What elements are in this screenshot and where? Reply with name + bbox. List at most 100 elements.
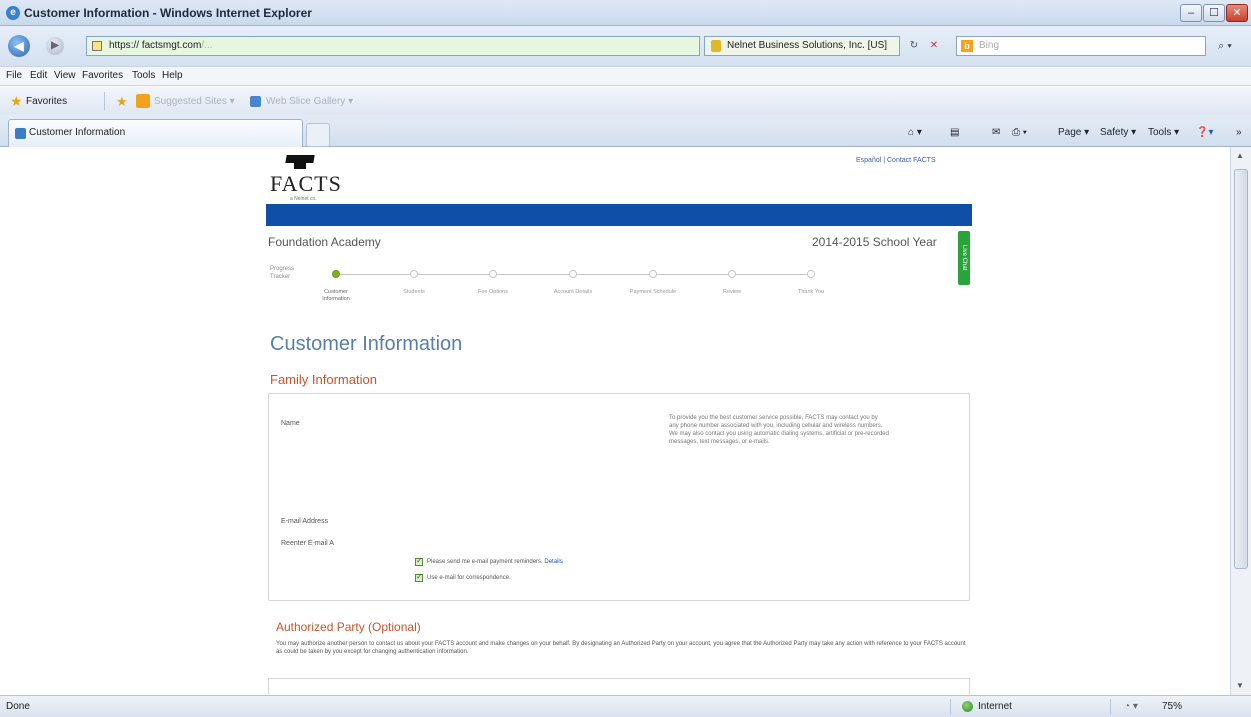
vertical-scrollbar[interactable]: ▲ ▼ bbox=[1230, 147, 1251, 695]
ie-logo-icon: e bbox=[6, 6, 20, 20]
search-icon[interactable]: ⌕ ▾ bbox=[1210, 36, 1240, 56]
window-titlebar: e Customer Information - Windows Interne… bbox=[0, 0, 1251, 26]
divider bbox=[104, 92, 105, 110]
favorites-button[interactable]: Favorites bbox=[26, 96, 67, 107]
family-information-heading: Family Information bbox=[270, 372, 377, 387]
top-links[interactable]: Español | Contact FACTS bbox=[856, 157, 936, 164]
scrollbar-thumb[interactable] bbox=[1234, 169, 1248, 569]
tab-label: Customer Information bbox=[29, 127, 126, 138]
safety-menu-button[interactable]: Safety ▾ bbox=[1100, 127, 1136, 138]
divider bbox=[1110, 699, 1111, 715]
step-dot-fee-options bbox=[489, 270, 497, 278]
facts-logo-sub: a Nelnet co. bbox=[290, 196, 317, 202]
favorites-bar: ★ Favorites ★ Suggested Sites ▾ Web Slic… bbox=[0, 87, 1251, 115]
forward-button[interactable]: ▶ bbox=[46, 37, 64, 55]
help-menu-button[interactable]: ❓▾ bbox=[1196, 127, 1213, 138]
email-correspondence-checkbox[interactable] bbox=[415, 572, 423, 582]
menu-help[interactable]: Help bbox=[162, 70, 183, 81]
feeds-button[interactable]: ▤ bbox=[950, 127, 959, 138]
address-input[interactable]: https:// factsmgt.com/... bbox=[86, 36, 700, 56]
home-button[interactable]: ⌂ ▾ bbox=[908, 127, 922, 138]
menu-file[interactable]: File bbox=[6, 70, 22, 81]
header-band bbox=[266, 204, 972, 226]
add-favorite-icon[interactable]: ★ bbox=[116, 94, 130, 109]
step-label-customer-information: Customer Information bbox=[322, 289, 350, 302]
live-chat-tab[interactable]: Live Chat bbox=[958, 231, 970, 285]
page-menu-button[interactable]: Page ▾ bbox=[1058, 127, 1089, 138]
menu-edit[interactable]: Edit bbox=[30, 70, 47, 81]
step-label-account-details: Account Details bbox=[553, 289, 593, 295]
authorized-party-panel bbox=[268, 678, 970, 695]
tab-customer-information[interactable]: Customer Information bbox=[8, 119, 303, 147]
progress-tracker-label: Progress Tracker bbox=[270, 266, 295, 280]
step-dot-thank-you bbox=[807, 270, 815, 278]
email-correspondence-label: Use e-mail for correspondence. bbox=[427, 575, 511, 581]
refresh-button[interactable]: ↻ bbox=[906, 38, 922, 54]
page-viewport: FACTS a Nelnet co. Español | Contact FAC… bbox=[0, 147, 1230, 695]
scroll-up-icon[interactable]: ▲ bbox=[1236, 151, 1244, 160]
web-slice-icon bbox=[250, 96, 261, 107]
step-dot-payment-schedule bbox=[649, 270, 657, 278]
email-label: E-mail Address bbox=[281, 518, 329, 525]
reenter-email-label: Reenter E-mail A bbox=[281, 540, 334, 547]
zoom-level-button[interactable]: 75% bbox=[1162, 701, 1182, 712]
security-zone: Internet bbox=[978, 701, 1012, 712]
search-placeholder: Bing bbox=[979, 40, 1000, 51]
security-report-button[interactable]: Nelnet Business Solutions, Inc. [US] bbox=[704, 36, 900, 56]
menu-bar: File Edit View Favorites Tools Help bbox=[0, 66, 1251, 86]
page-title: Customer Information bbox=[270, 333, 463, 355]
details-link[interactable]: Details bbox=[544, 559, 562, 565]
step-label-payment-schedule: Payment Schedule bbox=[629, 289, 677, 295]
page-favicon-icon bbox=[15, 128, 26, 139]
divider bbox=[950, 699, 951, 715]
protected-mode-icon[interactable]: ◔ ▾ bbox=[1124, 701, 1138, 712]
graduation-cap-base bbox=[294, 161, 306, 169]
menu-tools[interactable]: Tools bbox=[132, 70, 155, 81]
school-name: Foundation Academy bbox=[268, 235, 381, 249]
url-rest: /... bbox=[201, 40, 213, 51]
favorites-star-icon: ★ bbox=[10, 93, 23, 109]
step-dot-students bbox=[410, 270, 418, 278]
menu-view[interactable]: View bbox=[54, 70, 76, 81]
window-title: Customer Information - Windows Internet … bbox=[24, 6, 312, 20]
school-year: 2014-2015 School Year bbox=[812, 235, 937, 249]
read-mail-button[interactable]: ✉ bbox=[992, 127, 1000, 138]
facts-page: FACTS a Nelnet co. Español | Contact FAC… bbox=[264, 147, 974, 695]
maximize-button[interactable]: ☐ bbox=[1203, 4, 1225, 22]
globe-icon bbox=[962, 701, 973, 712]
payment-reminders-label: Please send me e-mail payment reminders.… bbox=[427, 559, 563, 565]
facts-logo: FACTS bbox=[270, 171, 342, 196]
suggested-sites-link[interactable]: Suggested Sites ▾ bbox=[154, 96, 235, 107]
step-label-students: Students bbox=[403, 289, 425, 295]
step-label-thank-you: Thank You bbox=[798, 289, 824, 295]
new-tab-button[interactable] bbox=[306, 123, 330, 147]
close-button[interactable]: ✕ bbox=[1226, 4, 1248, 22]
page-icon bbox=[92, 41, 102, 51]
step-dot-customer-information bbox=[332, 270, 340, 278]
address-toolbar: ◀ ▶ https:// factsmgt.com/... Nelnet Bus… bbox=[0, 26, 1251, 66]
cert-owner: Nelnet Business Solutions, Inc. [US] bbox=[727, 40, 888, 51]
step-dot-review bbox=[728, 270, 736, 278]
status-bar: Done Internet ◔ ▾ 75% bbox=[0, 695, 1251, 717]
payment-reminders-checkbox[interactable] bbox=[415, 556, 423, 566]
payment-reminders-text: Please send me e-mail payment reminders. bbox=[427, 559, 543, 565]
step-label-review: Review bbox=[722, 289, 742, 295]
print-button[interactable]: ⎙ ▾ bbox=[1012, 127, 1027, 138]
step-label-fee-options: Fee Options bbox=[478, 289, 508, 295]
tools-menu-button[interactable]: Tools ▾ bbox=[1148, 127, 1179, 138]
lock-icon bbox=[711, 40, 721, 52]
web-slice-gallery-link[interactable]: Web Slice Gallery ▾ bbox=[266, 96, 353, 107]
bing-icon: b bbox=[961, 40, 973, 52]
stop-button[interactable]: ✕ bbox=[926, 38, 942, 54]
more-commands-button[interactable]: » bbox=[1236, 127, 1242, 138]
tab-bar: Customer Information ⌂ ▾ ▤ ✉ ⎙ ▾ Page ▾ … bbox=[0, 115, 1251, 147]
url-host: factsmgt.com bbox=[141, 40, 202, 51]
contact-notice: To provide you the best customer service… bbox=[669, 415, 889, 445]
scroll-down-icon[interactable]: ▼ bbox=[1236, 681, 1244, 690]
minimize-button[interactable]: – bbox=[1180, 4, 1202, 22]
name-label: Name bbox=[281, 420, 300, 427]
menu-favorites[interactable]: Favorites bbox=[82, 70, 123, 81]
back-button[interactable]: ◀ bbox=[8, 35, 30, 57]
search-input[interactable]: b Bing bbox=[956, 36, 1206, 56]
family-information-panel: Name To provide you the best customer se… bbox=[268, 393, 970, 601]
